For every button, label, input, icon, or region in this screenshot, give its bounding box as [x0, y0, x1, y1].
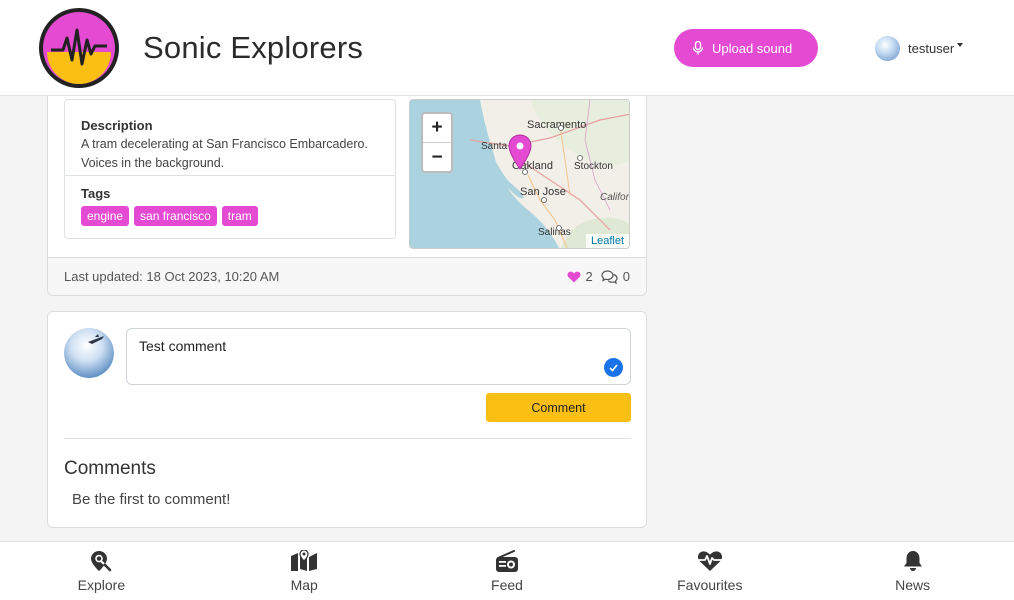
description-section: Description A tram decelerating at San F… — [65, 100, 395, 176]
nav-explore[interactable]: Explore — [0, 542, 203, 600]
tag-san-francisco[interactable]: san francisco — [134, 206, 217, 226]
nav-news[interactable]: News — [811, 542, 1014, 600]
top-navbar: Sonic Explorers Upload sound testuser — [0, 0, 1014, 96]
upload-sound-label: Upload sound — [712, 40, 793, 56]
nav-news-label: News — [895, 577, 931, 593]
comment-textarea[interactable]: Test comment — [126, 328, 631, 385]
tag-tram[interactable]: tram — [221, 206, 258, 226]
description-label: Description — [81, 118, 153, 133]
no-comments-text: Be the first to comment! — [72, 491, 231, 508]
last-updated-text: Last updated: 18 Oct 2023, 10:20 AM — [64, 269, 280, 284]
comments-heading: Comments — [64, 458, 156, 479]
comments-card: Test comment Comment Comments Be the fir… — [47, 311, 647, 528]
user-menu[interactable]: testuser — [875, 35, 964, 61]
username: testuser — [908, 40, 955, 56]
heart-icon — [567, 271, 580, 282]
tags-section: Tags engine san francisco tram — [65, 176, 395, 236]
sound-info-panel: Description A tram decelerating at San F… — [64, 99, 396, 239]
nav-explore-label: Explore — [77, 577, 126, 593]
map-attribution-link[interactable]: Leaflet — [585, 234, 629, 248]
comments-count: 0 — [622, 269, 630, 284]
bottom-nav: Explore Map Feed Favourites News — [0, 541, 1014, 600]
location-map[interactable]: Sacramento Oakland Santa Stockton San Jo… — [409, 99, 630, 249]
comment-text-value: Test comment — [139, 338, 227, 354]
map-icon — [291, 550, 318, 571]
comments-icon — [601, 269, 618, 284]
nav-feed[interactable]: Feed — [406, 542, 609, 600]
chevron-down-icon — [957, 43, 964, 47]
zoom-out-button[interactable]: − — [423, 143, 451, 172]
tag-engine[interactable]: engine — [81, 206, 130, 226]
radio-icon — [495, 550, 518, 572]
nav-favourites-label: Favourites — [677, 577, 743, 593]
map-marker-icon[interactable] — [508, 134, 532, 170]
zoom-in-button[interactable]: + — [423, 114, 451, 143]
map-label-san-jose: San Jose — [520, 186, 566, 198]
map-label-salinas: Salinas — [538, 227, 571, 238]
heart-pulse-icon — [696, 551, 723, 571]
upload-sound-button[interactable]: Upload sound — [674, 29, 818, 67]
user-avatar — [875, 35, 900, 61]
nav-map[interactable]: Map — [203, 542, 406, 600]
nav-feed-label: Feed — [491, 577, 523, 593]
likes-count: 2 — [585, 269, 593, 284]
microphone-icon — [692, 41, 704, 55]
tag-list: engine san francisco tram — [81, 206, 379, 226]
brand-name[interactable]: Sonic Explorers — [143, 30, 363, 66]
sound-card-footer: Last updated: 18 Oct 2023, 10:20 AM 2 0 — [48, 257, 646, 295]
description-text: A tram decelerating at San Francisco Emb… — [81, 137, 368, 170]
map-pin-icon — [91, 551, 112, 572]
brand-logo[interactable] — [39, 8, 119, 88]
submit-comment-button[interactable]: Comment — [486, 393, 631, 422]
divider — [64, 438, 631, 439]
map-label-stockton: Stockton — [574, 161, 613, 172]
check-icon — [604, 358, 623, 377]
nav-favourites[interactable]: Favourites — [608, 542, 811, 600]
comments-counter: 0 — [601, 269, 630, 284]
bell-icon — [903, 551, 922, 571]
map-label-califor: Califor — [600, 192, 630, 203]
tags-label: Tags — [81, 186, 111, 201]
nav-map-label: Map — [290, 577, 318, 593]
map-zoom-control: + − — [421, 112, 453, 173]
sound-stats: 2 0 — [567, 269, 630, 284]
commenter-avatar — [64, 328, 114, 378]
likes-counter[interactable]: 2 — [567, 269, 593, 284]
map-label-santa: Santa — [481, 141, 508, 152]
map-label-sacramento: Sacramento — [527, 119, 586, 131]
